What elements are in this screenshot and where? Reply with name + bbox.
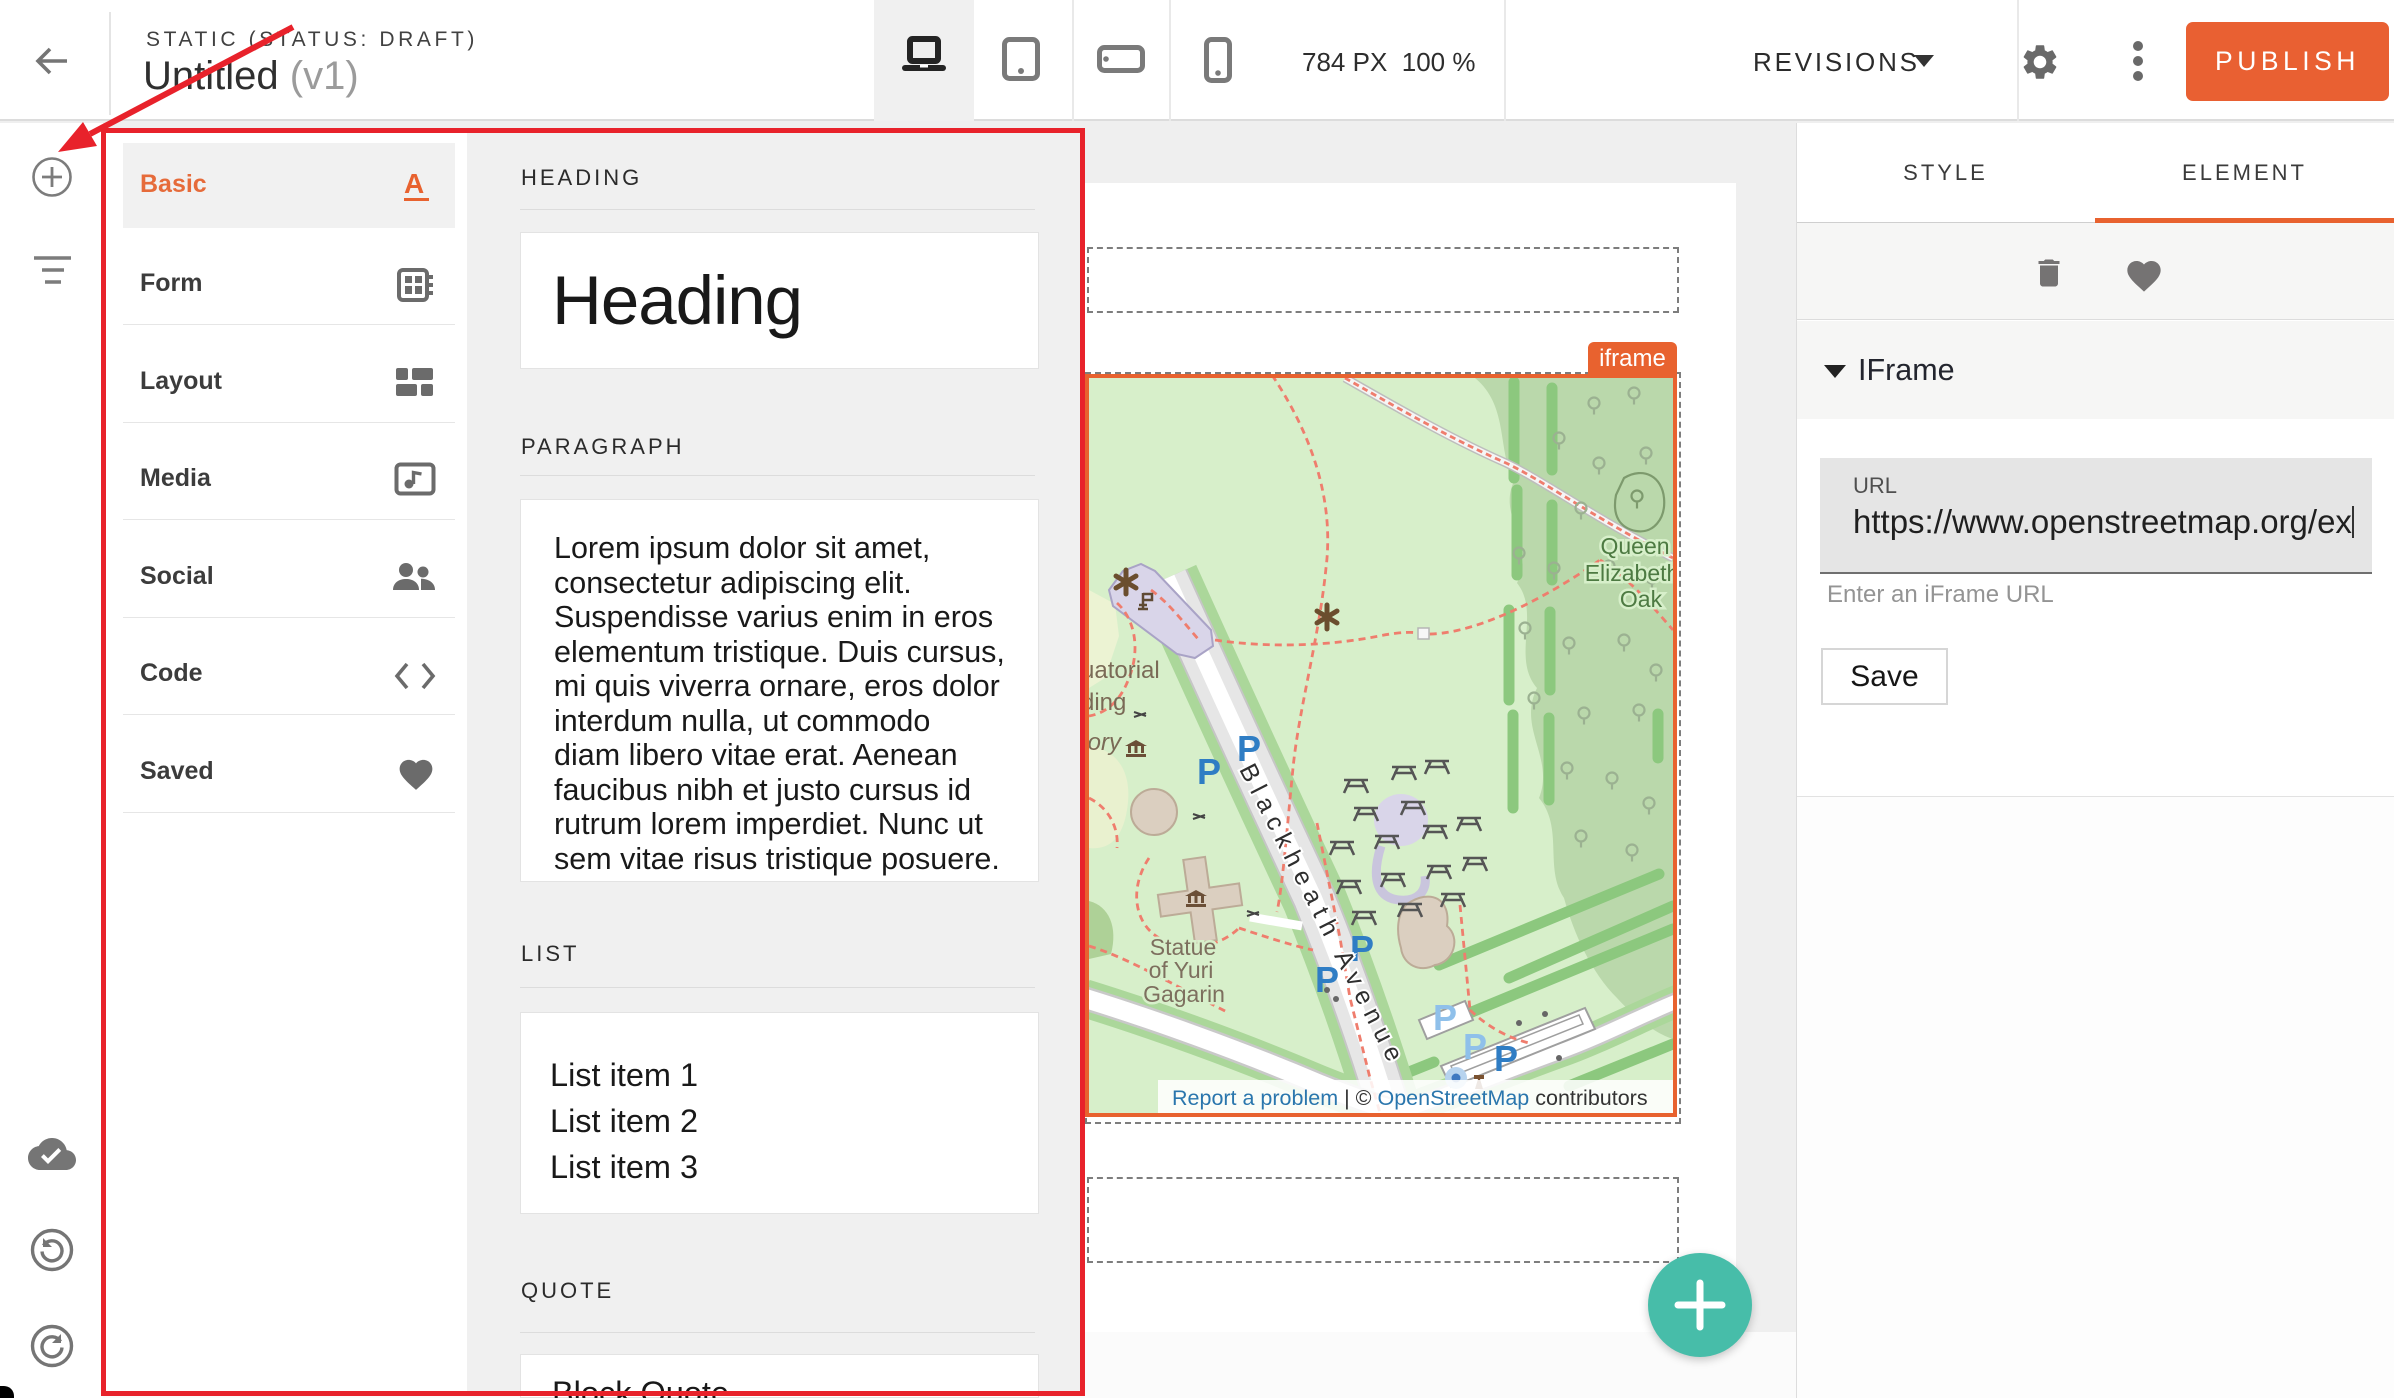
- svg-text:P: P: [1197, 751, 1221, 792]
- svg-text:Oak: Oak: [1620, 586, 1663, 612]
- svg-text:of Yuri: of Yuri: [1149, 957, 1214, 983]
- svg-text:P: P: [1494, 1038, 1518, 1079]
- svg-text:ding: ding: [1089, 689, 1126, 716]
- svg-text:Gagarin: Gagarin: [1143, 981, 1225, 1007]
- svg-text:uatorial: uatorial: [1089, 657, 1160, 684]
- svg-text:Report a problem | © OpenStree: Report a problem | © OpenStreetMap contr…: [1172, 1086, 1648, 1110]
- svg-text:tory: tory: [1089, 729, 1123, 756]
- svg-text:P: P: [1463, 1026, 1487, 1067]
- svg-text:P: P: [1433, 997, 1457, 1038]
- svg-text:Queen: Queen: [1600, 533, 1669, 559]
- svg-text:Elizabeth: Elizabeth: [1585, 560, 1673, 586]
